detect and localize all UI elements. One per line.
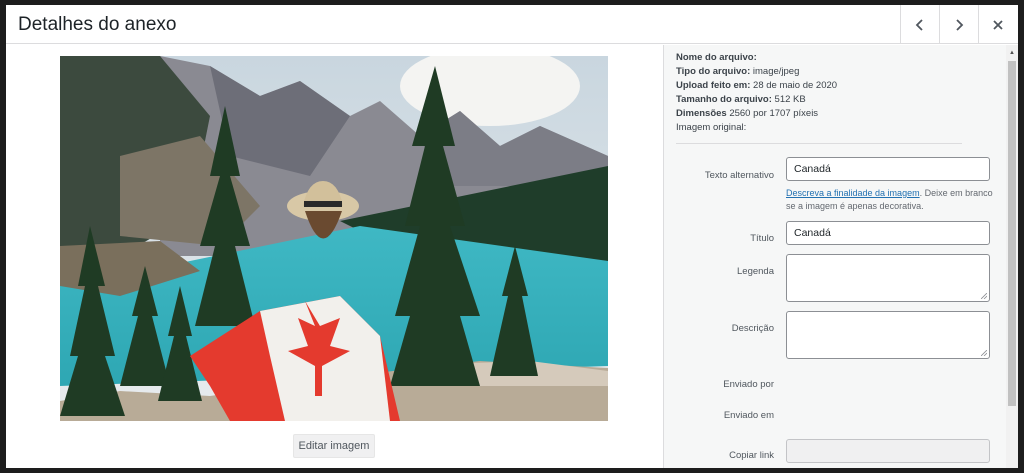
- uploaded-label: Upload feito em:: [676, 80, 751, 91]
- filetype-row: Tipo do arquivo: image/jpeg: [676, 65, 966, 79]
- uploaded-by-label: Enviado por: [723, 379, 774, 390]
- modal-title: Detalhes do anexo: [18, 14, 177, 35]
- alt-text-input[interactable]: Canadá: [786, 157, 990, 181]
- caption-label: Legenda: [737, 266, 774, 277]
- chevron-left-icon: [915, 18, 923, 31]
- filesize-label: Tamanho do arquivo:: [676, 94, 772, 105]
- description-textarea[interactable]: [786, 311, 990, 359]
- filetype-label: Tipo do arquivo:: [676, 66, 751, 77]
- attachment-details-modal: Detalhes do anexo Editar imagem Nome do …: [6, 5, 1018, 468]
- title-label: Título: [750, 233, 774, 244]
- sidebar-scrollbar[interactable]: ▲: [1006, 45, 1018, 468]
- copy-link-input[interactable]: [786, 439, 990, 463]
- filetype-value: image/jpeg: [750, 66, 800, 77]
- modal-header: Detalhes do anexo: [6, 5, 1018, 44]
- title-input[interactable]: Canadá: [786, 221, 990, 245]
- resize-grip-icon[interactable]: [981, 350, 987, 356]
- uploaded-value: 28 de maio de 2020: [750, 80, 838, 91]
- description-label: Descrição: [731, 323, 774, 334]
- scroll-up-icon[interactable]: ▲: [1008, 49, 1016, 57]
- resize-grip-icon[interactable]: [981, 293, 987, 299]
- close-icon: [993, 19, 1003, 30]
- chevron-right-icon: [956, 18, 964, 31]
- dimensions-value: 2560 por 1707 píxeis: [726, 108, 819, 119]
- divider: [676, 143, 962, 144]
- caption-textarea[interactable]: [786, 254, 990, 302]
- copy-link-label: Copiar link: [729, 450, 774, 461]
- close-button[interactable]: [978, 5, 1017, 44]
- edit-image-button[interactable]: Editar imagem: [293, 434, 375, 458]
- uploaded-row: Upload feito em: 28 de maio de 2020: [676, 79, 966, 93]
- alt-text-label: Texto alternativo: [704, 170, 774, 181]
- image-preview-pane: Editar imagem: [6, 45, 663, 468]
- lake-photo-illustration: [60, 56, 608, 421]
- filename-label: Nome do arquivo:: [676, 52, 757, 63]
- dimensions-row: Dimensões 2560 por 1707 píxeis: [676, 107, 966, 121]
- attachment-image: [60, 56, 608, 421]
- original-image-row: Imagem original:: [676, 121, 966, 135]
- alt-text-help-link[interactable]: Descreva a finalidade da imagem: [786, 188, 920, 198]
- uploaded-to-label: Enviado em: [723, 410, 774, 421]
- filesize-value: 512 KB: [771, 94, 806, 105]
- original-image-label: Imagem original:: [676, 122, 747, 133]
- previous-attachment-button[interactable]: [900, 5, 939, 44]
- attachment-info-sidebar: Nome do arquivo: Tipo do arquivo: image/…: [663, 45, 1018, 468]
- next-attachment-button[interactable]: [939, 5, 978, 44]
- alt-text-help: Descreva a finalidade da imagem. Deixe e…: [786, 187, 996, 213]
- filename-row: Nome do arquivo:: [676, 51, 966, 65]
- filesize-row: Tamanho do arquivo: 512 KB: [676, 93, 966, 107]
- dimensions-label: Dimensões: [676, 108, 727, 119]
- scrollbar-thumb[interactable]: [1008, 61, 1016, 406]
- file-details: Nome do arquivo: Tipo do arquivo: image/…: [676, 51, 966, 135]
